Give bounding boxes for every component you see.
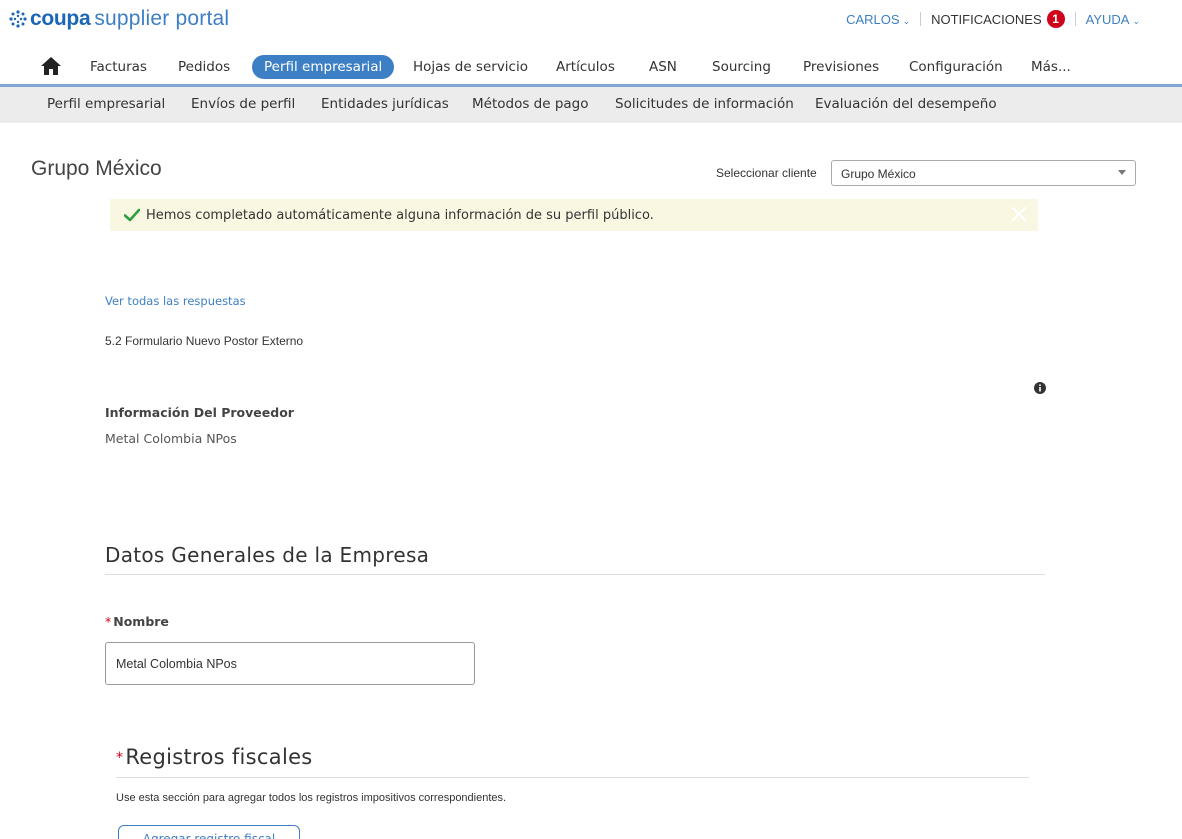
section-divider <box>105 574 1045 575</box>
notifications-link[interactable]: NOTIFICACIONES 1 <box>931 10 1065 28</box>
nav-mas[interactable]: Más... <box>1031 55 1071 79</box>
supplier-info-value: Metal Colombia NPos <box>105 431 237 446</box>
autofill-notice: Hemos completado automáticamente alguna … <box>110 199 1038 231</box>
nav-asn[interactable]: ASN <box>649 55 677 79</box>
nav-previsiones[interactable]: Previsiones <box>803 55 879 79</box>
name-label-text: Nombre <box>113 614 169 629</box>
user-name: CARLOS <box>846 11 900 27</box>
subnav-evaluacion-del-desempeno[interactable]: Evaluación del desempeño <box>815 96 997 112</box>
form-name: 5.2 Formulario Nuevo Postor Externo <box>105 334 304 348</box>
divider <box>1074 12 1076 26</box>
subnav-perfil-empresarial[interactable]: Perfil empresarial <box>47 96 165 112</box>
nav-pedidos[interactable]: Pedidos <box>178 55 230 79</box>
nav-hojas-de-servicio[interactable]: Hojas de servicio <box>413 55 528 79</box>
user-dropdown[interactable]: CARLOS ⌄ <box>846 12 910 27</box>
section-divider <box>116 777 1029 778</box>
page-title: Grupo México <box>31 157 162 180</box>
main-nav: Facturas Pedidos Perfil empresarial Hoja… <box>0 51 1182 83</box>
add-fiscal-registration-button[interactable]: Agregar registro fiscal <box>118 825 300 839</box>
section-title-general: Datos Generales de la Empresa <box>105 543 430 567</box>
dropdown-arrow-icon <box>1118 170 1126 175</box>
nav-sourcing[interactable]: Sourcing <box>712 55 771 79</box>
notifications-badge: 1 <box>1046 10 1065 28</box>
close-icon[interactable] <box>1012 207 1026 221</box>
section-title-fiscal: *Registros fiscales <box>116 745 313 769</box>
fiscal-title-text: Registros fiscales <box>125 745 313 769</box>
client-select-value: Grupo México <box>841 167 916 181</box>
notifications-label: NOTIFICACIONES <box>931 11 1042 27</box>
home-icon[interactable] <box>40 56 62 76</box>
fiscal-help-text: Use esta sección para agregar todos los … <box>116 792 507 804</box>
subnav-solicitudes-de-informacion[interactable]: Solicitudes de información <box>615 96 794 112</box>
brand-name: coupa <box>30 7 91 30</box>
nav-articulos[interactable]: Artículos <box>556 55 615 79</box>
info-icon[interactable] <box>1034 382 1046 394</box>
required-marker: * <box>116 750 124 766</box>
client-select[interactable]: Grupo México <box>831 160 1136 186</box>
chevron-down-icon: ⌄ <box>902 15 911 26</box>
subnav-envios-de-perfil[interactable]: Envíos de perfil <box>191 96 295 112</box>
supplier-info-label: Información Del Proveedor <box>105 405 294 420</box>
check-icon <box>124 208 140 222</box>
sub-nav: Perfil empresarial Envíos de perfil Enti… <box>0 87 1182 123</box>
coupa-logo[interactable]: coupa supplier portal <box>8 6 229 32</box>
nav-perfil-empresarial[interactable]: Perfil empresarial <box>252 55 395 79</box>
nav-configuracion[interactable]: Configuración <box>909 55 1003 79</box>
chevron-down-icon: ⌄ <box>1132 15 1140 26</box>
view-all-responses-link[interactable]: Ver todas las respuestas <box>105 294 246 308</box>
nav-facturas[interactable]: Facturas <box>90 55 147 79</box>
divider <box>920 12 922 26</box>
brand-tagline: supplier portal <box>94 7 230 30</box>
required-marker: * <box>105 614 112 629</box>
name-field-label: * Nombre <box>105 614 169 629</box>
client-select-label: Seleccionar cliente <box>716 166 817 180</box>
subnav-metodos-de-pago[interactable]: Métodos de pago <box>472 96 589 112</box>
notice-message: Hemos completado automáticamente alguna … <box>146 207 654 223</box>
help-label: AYUDA <box>1085 11 1130 27</box>
subnav-entidades-juridicas[interactable]: Entidades jurídicas <box>321 96 449 112</box>
user-menu: CARLOS ⌄ NOTIFICACIONES 1 AYUDA ⌄ <box>846 10 1140 28</box>
name-input[interactable] <box>105 642 475 685</box>
help-dropdown[interactable]: AYUDA ⌄ <box>1086 12 1140 27</box>
coupa-logo-icon <box>9 10 27 28</box>
